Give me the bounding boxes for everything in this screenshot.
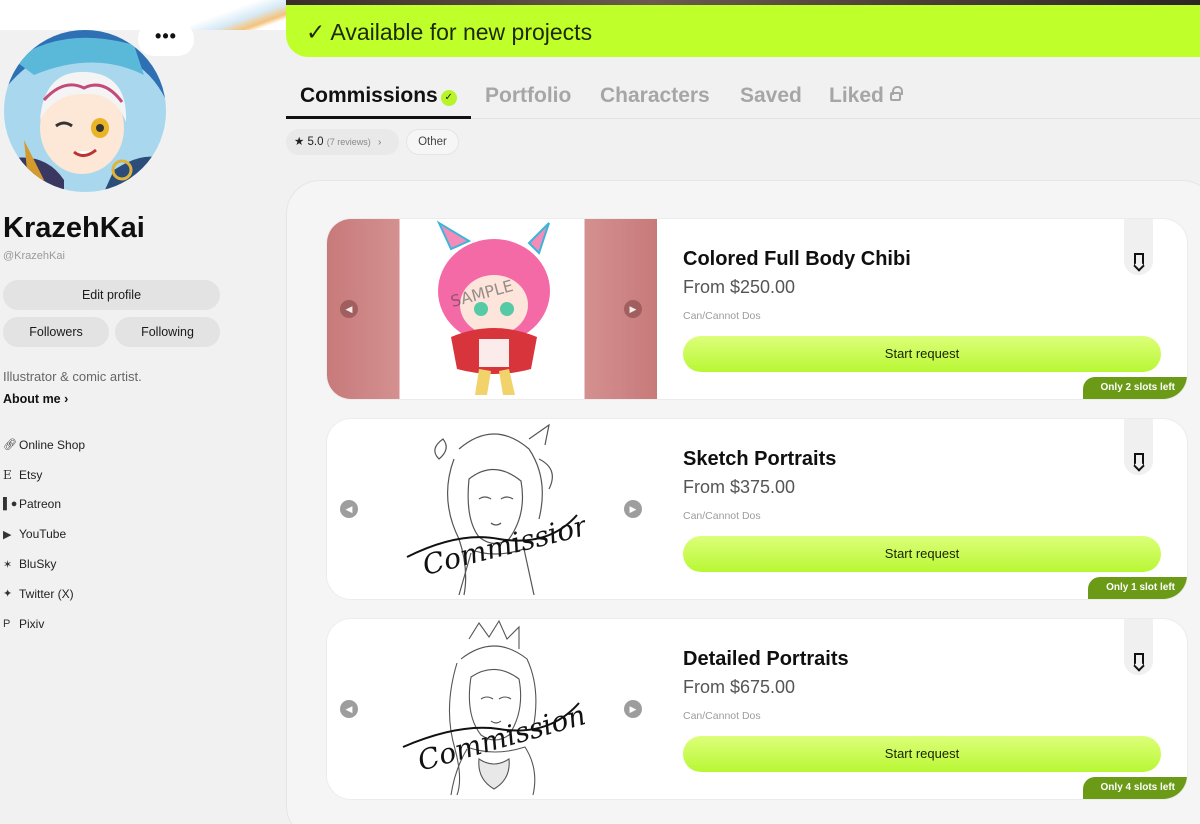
carousel-next-button[interactable]: ▶ (624, 300, 642, 318)
rating-chip[interactable]: ★ 5.0 (7 reviews) › (286, 129, 399, 155)
sketch-portrait-artwork: Commission (406, 423, 585, 596)
link-etsy[interactable]: E Etsy (3, 460, 85, 490)
svg-text:Commission: Commission (419, 508, 585, 582)
save-bookmark-button[interactable] (1124, 219, 1153, 275)
link-bluesky[interactable]: ✶ BluSky (3, 549, 85, 579)
tab-portfolio[interactable]: Portfolio (485, 84, 571, 108)
following-button[interactable]: Following (115, 317, 220, 347)
link-label: BluSky (19, 557, 57, 572)
bio-text: Illustrator & comic artist. (3, 369, 142, 384)
link-online-shop[interactable]: 🔗︎ Online Shop (3, 430, 85, 460)
profile-sidebar: ••• KrazehKai @KrazehKai Edit profile Fo… (0, 0, 286, 824)
youtube-icon: ▶ (3, 528, 12, 541)
availability-text: Available for new projects (330, 19, 593, 45)
avatar-illustration (4, 30, 166, 192)
can-cannot-dos-link[interactable]: Can/Cannot Dos (683, 310, 761, 322)
chevron-right-icon: › (377, 137, 382, 148)
carousel-next-button[interactable]: ▶ (624, 500, 642, 518)
chevron-right-icon: › (64, 392, 69, 406)
commission-price: From $250.00 (683, 277, 796, 297)
start-request-button[interactable]: Start request (683, 536, 1161, 572)
about-me-label: About me (3, 392, 61, 406)
bookmark-icon (1134, 653, 1144, 665)
etsy-icon: E (3, 467, 12, 482)
link-patreon[interactable]: ▌● Patreon (3, 490, 85, 520)
verified-check-icon: ✓ (440, 90, 457, 106)
more-options-button[interactable]: ••• (138, 22, 194, 56)
commission-card: Commission ◀ ▶ Sketch Portraits From $37… (327, 419, 1187, 599)
link-label: Patreon (19, 497, 62, 512)
commission-image-carousel: Commission ◀ ▶ (327, 619, 657, 799)
start-request-button[interactable]: Start request (683, 336, 1161, 372)
avatar[interactable] (4, 30, 166, 192)
tab-commissions[interactable]: Commissions ✓ (300, 84, 457, 108)
carousel-next-button[interactable]: ▶ (624, 700, 642, 718)
availability-banner: ✓ Available for new projects (286, 5, 1200, 57)
link-pixiv[interactable]: P Pixiv (3, 609, 85, 639)
commission-title: Detailed Portraits (683, 648, 849, 670)
commission-card: Commission ◀ ▶ Detailed Portraits From $… (327, 619, 1187, 799)
link-label: Pixiv (19, 616, 45, 631)
rating-value: 5.0 (307, 136, 324, 148)
display-name: KrazehKai (3, 212, 145, 244)
profile-tabs: Commissions ✓ Portfolio Characters Saved … (286, 76, 1200, 119)
pixiv-icon: P (3, 617, 11, 630)
social-links: 🔗︎ Online Shop E Etsy ▌● Patreon ▶ YouTube ✶… (3, 430, 85, 639)
can-cannot-dos-link[interactable]: Can/Cannot Dos (683, 510, 761, 522)
slots-left-badge: Only 1 slot left (1088, 577, 1187, 599)
tab-label: Commissions (300, 84, 438, 107)
twitter-icon: ✦ (3, 588, 13, 601)
save-bookmark-button[interactable] (1124, 419, 1153, 475)
edit-profile-button[interactable]: Edit profile (3, 280, 220, 310)
commission-price: From $675.00 (683, 677, 796, 697)
carousel-prev-button[interactable]: ◀ (340, 700, 358, 718)
can-cannot-dos-link[interactable]: Can/Cannot Dos (683, 710, 761, 722)
bluesky-icon: ✶ (3, 558, 13, 571)
tab-label: Liked (829, 84, 884, 107)
slots-left-badge: Only 4 slots left (1082, 777, 1187, 799)
bookmark-icon (1134, 253, 1144, 265)
star-icon: ★ (294, 136, 305, 148)
detailed-portrait-artwork: Commission (402, 619, 585, 796)
followers-button[interactable]: Followers (3, 317, 109, 347)
link-youtube[interactable]: ▶ YouTube (3, 519, 85, 549)
link-twitter[interactable]: ✦ Twitter (X) (3, 579, 85, 609)
tab-characters[interactable]: Characters (600, 84, 710, 108)
commission-image-carousel: Commission ◀ ▶ (327, 419, 657, 599)
review-count: (7 reviews) (326, 137, 371, 147)
tab-saved[interactable]: Saved (740, 84, 802, 108)
patreon-icon: ▌● (3, 498, 18, 511)
commission-card: SAMPLE ◀ ▶ Colored Full Body Chibi From … (327, 219, 1187, 399)
link-icon: 🔗︎ (3, 439, 17, 452)
save-bookmark-button[interactable] (1124, 619, 1153, 675)
link-label: Online Shop (19, 437, 86, 452)
user-handle: @KrazehKai (3, 250, 65, 262)
commission-title: Colored Full Body Chibi (683, 248, 911, 270)
commission-price: From $375.00 (683, 477, 796, 497)
bookmark-icon (1134, 453, 1144, 465)
active-tab-indicator (286, 116, 471, 119)
commission-image-carousel: SAMPLE ◀ ▶ (327, 219, 657, 399)
link-label: Etsy (19, 467, 43, 482)
link-label: Twitter (X) (19, 586, 74, 601)
chibi-artwork: SAMPLE (436, 220, 550, 395)
link-label: YouTube (19, 527, 67, 542)
other-filter-chip[interactable]: Other (406, 129, 459, 155)
commission-title: Sketch Portraits (683, 448, 837, 470)
lock-icon (889, 86, 903, 101)
about-me-link[interactable]: About me › (3, 392, 68, 406)
carousel-prev-button[interactable]: ◀ (340, 500, 358, 518)
tab-liked[interactable]: Liked (829, 84, 903, 108)
carousel-prev-button[interactable]: ◀ (340, 300, 358, 318)
start-request-button[interactable]: Start request (683, 736, 1161, 772)
slots-left-badge: Only 2 slots left (1082, 377, 1187, 399)
check-icon: ✓ (306, 19, 326, 45)
